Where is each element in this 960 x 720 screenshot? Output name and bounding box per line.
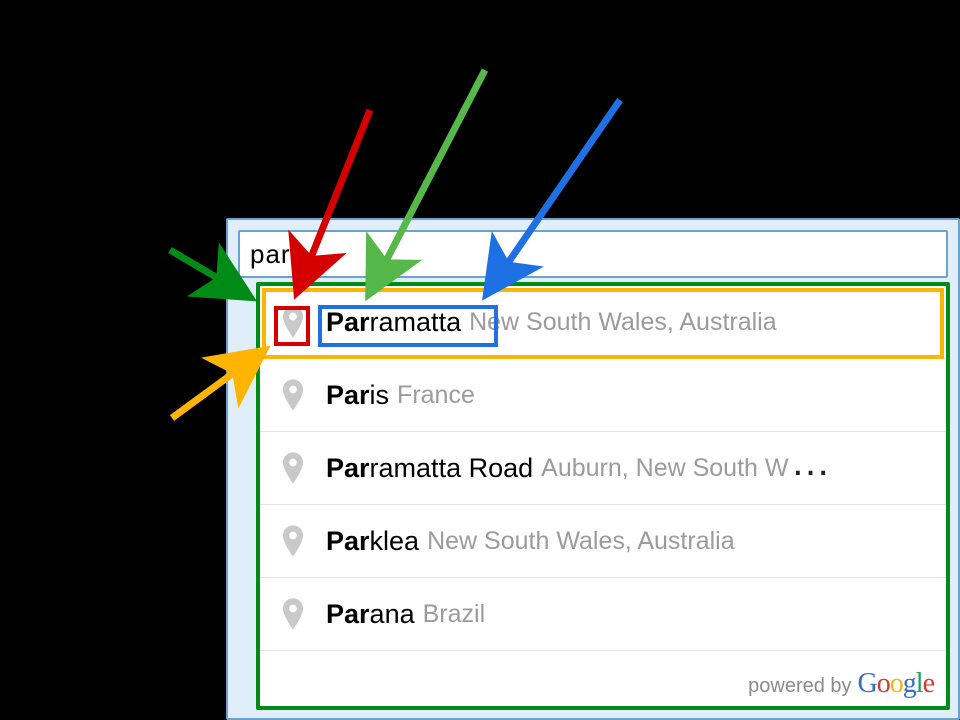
map-pin-icon xyxy=(280,304,306,340)
suggestions-dropdown: Parramatta New South Wales, Australia Pa… xyxy=(256,282,950,710)
suggestion-main-text: Parana xyxy=(326,599,415,630)
map-pin-icon xyxy=(280,377,306,413)
suggestion-match: Par xyxy=(326,307,370,337)
map-pin-icon xyxy=(280,523,306,559)
suggestion-sub-text: Brazil xyxy=(423,600,486,629)
suggestion-sub-text: France xyxy=(397,381,475,410)
attribution-footer: powered by Google xyxy=(748,668,934,700)
suggestion-item[interactable]: Parramatta New South Wales, Australia xyxy=(260,286,946,359)
suggestion-match: Par xyxy=(326,380,370,410)
suggestion-item[interactable]: Parramatta Road Auburn, New South W … xyxy=(260,432,946,505)
truncation-ellipsis-icon: … xyxy=(790,457,832,467)
suggestion-main-text: Parklea xyxy=(326,526,419,557)
map-pin-icon xyxy=(280,596,306,632)
suggestion-item[interactable]: Parana Brazil xyxy=(260,578,946,651)
suggestion-main-text: Parramatta xyxy=(326,307,461,338)
map-pin-icon xyxy=(280,450,306,486)
suggestion-match: Par xyxy=(326,453,370,483)
attribution-prefix: powered by xyxy=(748,675,851,698)
suggestion-rest: ramatta xyxy=(370,307,462,337)
suggestion-main-text: Parramatta Road xyxy=(326,453,533,484)
suggestion-item[interactable]: Parklea New South Wales, Australia xyxy=(260,505,946,578)
autocomplete-widget: Parramatta New South Wales, Australia Pa… xyxy=(226,218,960,720)
suggestion-sub-text: New South Wales, Australia xyxy=(427,527,735,556)
suggestion-item[interactable]: Paris France xyxy=(260,359,946,432)
suggestion-rest: ramatta Road xyxy=(370,453,534,483)
google-logo: Google xyxy=(858,668,934,700)
suggestion-sub-text: Auburn, New South W xyxy=(541,454,788,483)
search-input[interactable] xyxy=(238,230,948,278)
search-field-wrap xyxy=(238,230,948,278)
suggestion-rest: ana xyxy=(370,599,415,629)
suggestion-match: Par xyxy=(326,526,370,556)
suggestion-main-text: Paris xyxy=(326,380,389,411)
suggestion-rest: klea xyxy=(370,526,420,556)
suggestion-sub-text: New South Wales, Australia xyxy=(469,308,777,337)
suggestion-rest: is xyxy=(370,380,390,410)
suggestion-match: Par xyxy=(326,599,370,629)
